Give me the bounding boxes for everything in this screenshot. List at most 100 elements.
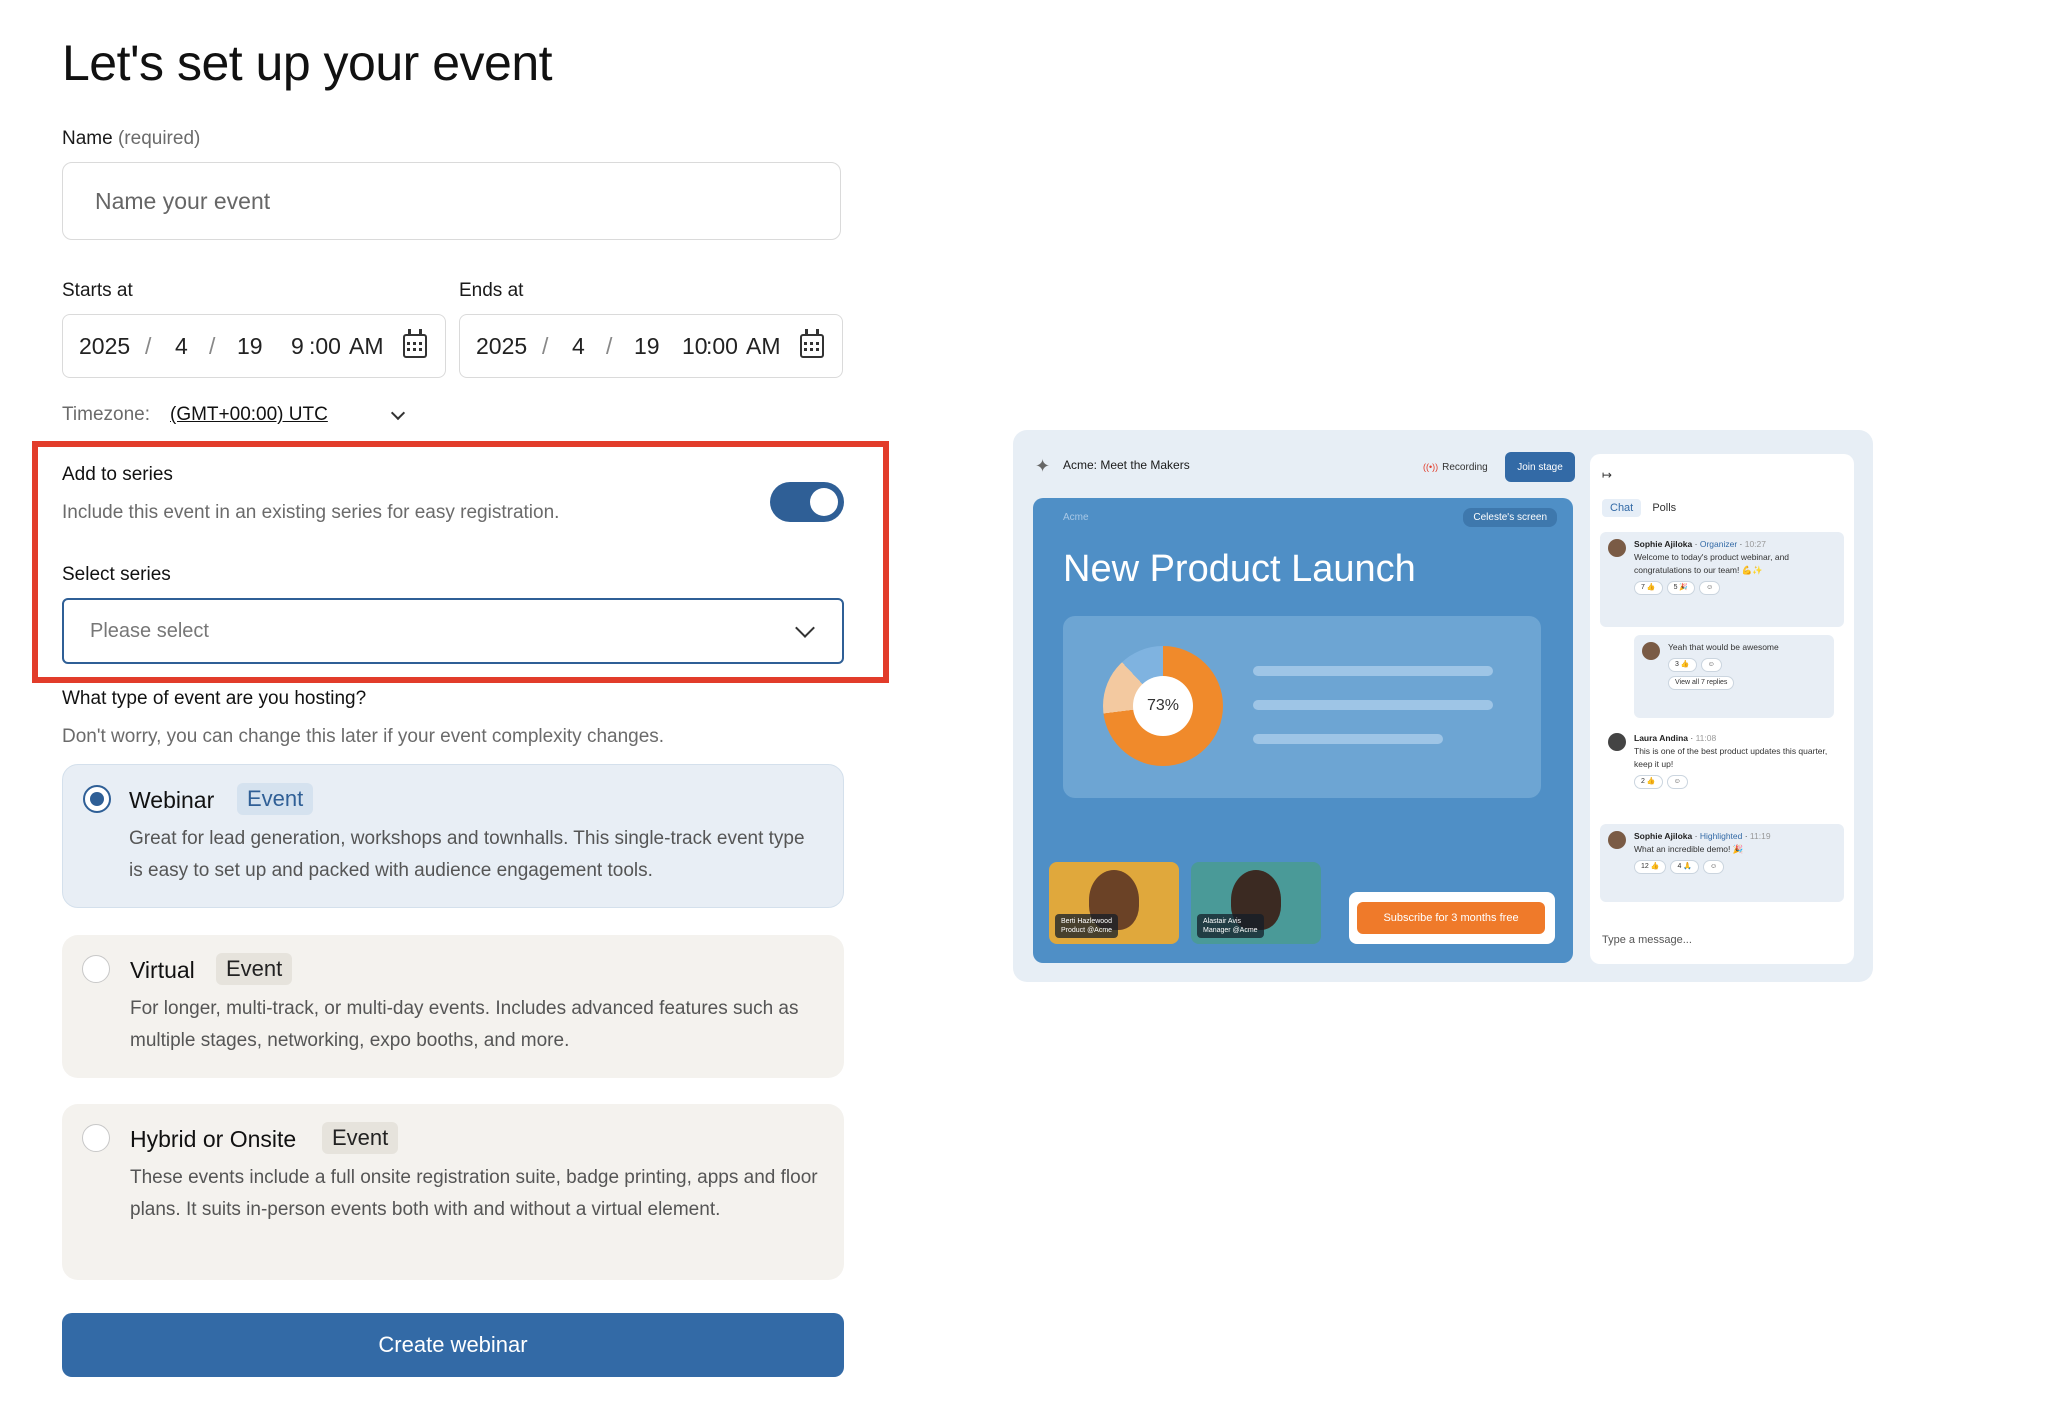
- tab-polls: Polls: [1652, 502, 1677, 514]
- add-to-series-description: Include this event in an existing series…: [62, 502, 560, 523]
- reaction: 3 👍: [1668, 658, 1697, 672]
- chat-reply: Yeah that would be awesome 3 👍 ☺ View all…: [1634, 635, 1834, 718]
- message-time: 11:08: [1695, 733, 1717, 743]
- start-year[interactable]: 2025: [79, 333, 130, 360]
- stage-brand: Acme: [1063, 512, 1089, 523]
- start-datetime-input[interactable]: 2025 / 4 / 19 9 :00 AM: [62, 314, 446, 378]
- message-time: 10:27: [1744, 539, 1766, 549]
- event-name-input[interactable]: Name your event: [62, 162, 841, 240]
- add-to-series-title: Add to series: [62, 464, 173, 485]
- slide-bar: [1253, 734, 1443, 744]
- avatar: [1608, 539, 1626, 557]
- view-replies: View all 7 replies: [1668, 676, 1735, 690]
- message-role: Organizer: [1699, 539, 1738, 549]
- date-separator: /: [606, 332, 613, 359]
- option-description: For longer, multi-track, or multi-day ev…: [130, 998, 799, 1051]
- message-author: Laura Andina: [1634, 733, 1688, 743]
- end-month[interactable]: 4: [572, 333, 585, 360]
- screen-share-badge: Celeste's screen: [1463, 508, 1557, 527]
- chevron-down-icon[interactable]: [390, 405, 406, 421]
- speaker-tag: Berti Hazlewood Product @Acme: [1055, 914, 1119, 938]
- required-hint: (required): [117, 128, 201, 149]
- message-text: Yeah that would be awesome: [1668, 642, 1779, 652]
- option-badge: Event: [216, 953, 293, 985]
- start-ampm[interactable]: AM: [349, 333, 384, 360]
- speaker-tag: Alastair Avis Manager @Acme: [1197, 914, 1264, 938]
- series-select-placeholder: Please select: [90, 619, 209, 642]
- preview-event-name: Acme: Meet the Makers: [1063, 458, 1190, 472]
- radio-virtual[interactable]: [82, 955, 110, 983]
- slide-bar: [1253, 666, 1493, 676]
- subscribe-button: Subscribe for 3 months free: [1357, 902, 1545, 934]
- calendar-icon[interactable]: [403, 329, 427, 358]
- join-stage-button: Join stage: [1505, 452, 1575, 482]
- date-separator: /: [145, 332, 152, 359]
- start-minute[interactable]: :00: [309, 333, 341, 360]
- start-month[interactable]: 4: [175, 333, 188, 360]
- add-to-series-toggle[interactable]: [770, 482, 844, 522]
- ends-at-label: Ends at: [459, 280, 524, 301]
- message-text: Welcome to today's product webinar, and …: [1634, 552, 1790, 575]
- option-title: Virtual: [130, 957, 195, 983]
- donut-value: 73%: [1146, 697, 1180, 714]
- option-badge: Event: [237, 783, 314, 815]
- reaction: ☺: [1699, 581, 1721, 595]
- start-hour[interactable]: 9: [291, 333, 304, 360]
- event-type-question: What type of event are you hosting?: [62, 688, 367, 709]
- end-minute[interactable]: :00: [706, 333, 738, 360]
- preview-stage: Acme Celeste's screen New Product Launch…: [1033, 498, 1573, 963]
- event-type-option-webinar[interactable]: Webinar Event Great for lead generation,…: [62, 764, 844, 908]
- speaker-thumbnail: Berti Hazlewood Product @Acme: [1049, 862, 1179, 944]
- avatar: [1642, 642, 1660, 660]
- chat-message-input: Type a message...: [1602, 934, 1692, 946]
- start-day[interactable]: 19: [237, 333, 263, 360]
- timezone-label: Timezone:: [62, 404, 150, 425]
- chat-tabs: Chat Polls: [1602, 499, 1677, 517]
- chat-toolbar: ↦: [1602, 468, 1612, 482]
- speaker-thumbnail: Alastair Avis Manager @Acme: [1191, 862, 1321, 944]
- subscribe-card: Subscribe for 3 months free: [1349, 892, 1555, 944]
- date-separator: /: [209, 332, 216, 359]
- chevron-down-icon[interactable]: [795, 618, 815, 638]
- option-description: Great for lead generation, workshops and…: [129, 828, 805, 881]
- reaction: 12 👍: [1634, 860, 1667, 874]
- timezone-select[interactable]: (GMT+00:00) UTC: [170, 404, 328, 426]
- option-badge: Event: [322, 1122, 399, 1154]
- reaction: 2 👍: [1634, 775, 1663, 789]
- radio-hybrid[interactable]: [82, 1124, 110, 1152]
- event-type-option-hybrid[interactable]: Hybrid or Onsite Event These events incl…: [62, 1104, 844, 1280]
- reaction: 5 🎉: [1666, 581, 1696, 595]
- end-day[interactable]: 19: [634, 333, 660, 360]
- reaction: ☺: [1666, 775, 1688, 789]
- radio-webinar[interactable]: [83, 785, 111, 813]
- reaction: 7 👍: [1634, 581, 1663, 595]
- end-hour[interactable]: 10: [682, 333, 708, 360]
- chat-message: Laura Andina · 11:08 This is one of the …: [1600, 726, 1844, 806]
- calendar-icon[interactable]: [800, 329, 824, 358]
- name-label-text: Name: [62, 128, 113, 149]
- slide-card: 73%: [1063, 616, 1541, 798]
- end-ampm[interactable]: AM: [746, 333, 781, 360]
- speaker-role: Product @Acme: [1061, 927, 1113, 934]
- end-datetime-input[interactable]: 2025 / 4 / 19 10 :00 AM: [459, 314, 843, 378]
- option-title: Webinar: [129, 787, 215, 813]
- option-title: Hybrid or Onsite: [130, 1126, 297, 1152]
- message-role: Highlighted: [1699, 831, 1743, 841]
- page-title: Let's set up your event: [62, 35, 553, 91]
- speaker-role: Manager @Acme: [1203, 927, 1258, 934]
- webinar-preview-image: ✦ Acme: Meet the Makers Recording Join s…: [1013, 430, 1873, 982]
- chat-message: Sophie Ajiloka · Organizer · 10:27 Welco…: [1600, 532, 1844, 627]
- sparkle-icon: ✦: [1035, 456, 1051, 476]
- create-webinar-button[interactable]: Create webinar: [62, 1313, 844, 1377]
- message-author: Sophie Ajiloka: [1634, 539, 1693, 549]
- event-type-option-virtual[interactable]: Virtual Event For longer, multi-track, o…: [62, 935, 844, 1078]
- series-select[interactable]: Please select: [62, 598, 844, 664]
- date-separator: /: [542, 332, 549, 359]
- reaction: ☺: [1700, 658, 1722, 672]
- event-name-placeholder: Name your event: [95, 187, 271, 214]
- preview-header: ✦ Acme: Meet the Makers: [1035, 456, 1190, 476]
- avatar: [1608, 733, 1626, 751]
- end-year[interactable]: 2025: [476, 333, 527, 360]
- chat-message: Sophie Ajiloka · Highlighted · 11:19 Wha…: [1600, 824, 1844, 902]
- speaker-name: Alastair Avis: [1203, 918, 1241, 925]
